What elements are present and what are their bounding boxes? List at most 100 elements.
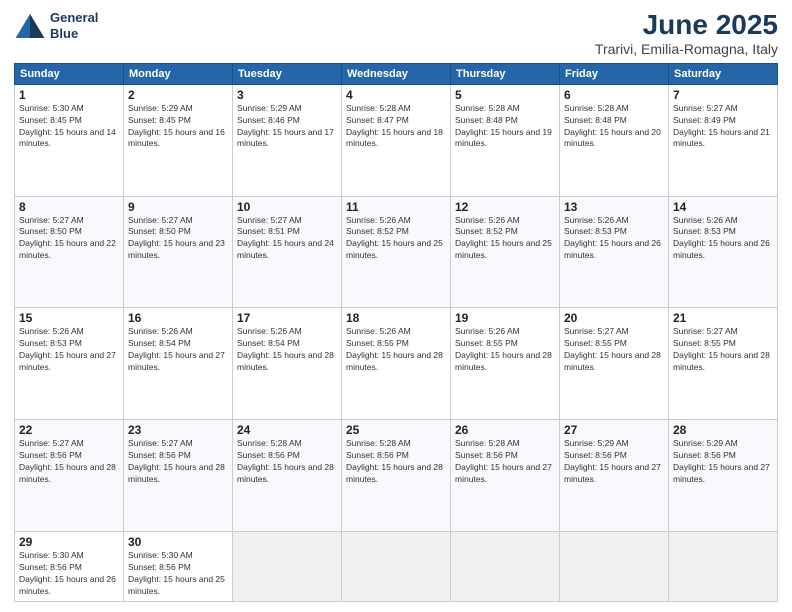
logo-text: General Blue [50,10,98,41]
calendar-week-row: 22Sunrise: 5:27 AMSunset: 8:56 PMDayligh… [15,420,778,532]
day-number: 30 [128,535,228,549]
day-info: Sunrise: 5:26 AMSunset: 8:55 PMDaylight:… [346,326,446,374]
table-row: 5Sunrise: 5:28 AMSunset: 8:48 PMDaylight… [451,84,560,196]
day-number: 3 [237,88,337,102]
calendar-header-row: Sunday Monday Tuesday Wednesday Thursday… [15,63,778,84]
day-number: 22 [19,423,119,437]
table-row: 20Sunrise: 5:27 AMSunset: 8:55 PMDayligh… [560,308,669,420]
page: General Blue June 2025 Trarivi, Emilia-R… [0,0,792,612]
calendar-week-row: 15Sunrise: 5:26 AMSunset: 8:53 PMDayligh… [15,308,778,420]
day-number: 25 [346,423,446,437]
day-number: 15 [19,311,119,325]
calendar-week-row: 1Sunrise: 5:30 AMSunset: 8:45 PMDaylight… [15,84,778,196]
table-row: 27Sunrise: 5:29 AMSunset: 8:56 PMDayligh… [560,420,669,532]
table-row: 10Sunrise: 5:27 AMSunset: 8:51 PMDayligh… [233,196,342,308]
day-number: 16 [128,311,228,325]
logo: General Blue [14,10,98,41]
day-info: Sunrise: 5:26 AMSunset: 8:53 PMDaylight:… [19,326,119,374]
day-info: Sunrise: 5:27 AMSunset: 8:50 PMDaylight:… [19,215,119,263]
day-info: Sunrise: 5:26 AMSunset: 8:52 PMDaylight:… [455,215,555,263]
day-info: Sunrise: 5:27 AMSunset: 8:49 PMDaylight:… [673,103,773,151]
table-row [669,532,778,602]
day-info: Sunrise: 5:26 AMSunset: 8:54 PMDaylight:… [237,326,337,374]
day-info: Sunrise: 5:29 AMSunset: 8:46 PMDaylight:… [237,103,337,151]
col-sunday: Sunday [15,63,124,84]
table-row: 12Sunrise: 5:26 AMSunset: 8:52 PMDayligh… [451,196,560,308]
table-row: 8Sunrise: 5:27 AMSunset: 8:50 PMDaylight… [15,196,124,308]
day-number: 23 [128,423,228,437]
day-info: Sunrise: 5:29 AMSunset: 8:56 PMDaylight:… [673,438,773,486]
table-row: 9Sunrise: 5:27 AMSunset: 8:50 PMDaylight… [124,196,233,308]
table-row: 25Sunrise: 5:28 AMSunset: 8:56 PMDayligh… [342,420,451,532]
table-row: 13Sunrise: 5:26 AMSunset: 8:53 PMDayligh… [560,196,669,308]
day-info: Sunrise: 5:28 AMSunset: 8:47 PMDaylight:… [346,103,446,151]
day-info: Sunrise: 5:28 AMSunset: 8:48 PMDaylight:… [455,103,555,151]
table-row: 6Sunrise: 5:28 AMSunset: 8:48 PMDaylight… [560,84,669,196]
table-row [342,532,451,602]
day-info: Sunrise: 5:30 AMSunset: 8:45 PMDaylight:… [19,103,119,151]
day-info: Sunrise: 5:26 AMSunset: 8:52 PMDaylight:… [346,215,446,263]
calendar-week-row: 29Sunrise: 5:30 AMSunset: 8:56 PMDayligh… [15,532,778,602]
logo-icon [14,12,46,40]
day-number: 4 [346,88,446,102]
table-row [233,532,342,602]
day-number: 14 [673,200,773,214]
day-info: Sunrise: 5:28 AMSunset: 8:56 PMDaylight:… [237,438,337,486]
day-number: 21 [673,311,773,325]
day-number: 27 [564,423,664,437]
table-row: 19Sunrise: 5:26 AMSunset: 8:55 PMDayligh… [451,308,560,420]
day-info: Sunrise: 5:26 AMSunset: 8:55 PMDaylight:… [455,326,555,374]
day-info: Sunrise: 5:27 AMSunset: 8:50 PMDaylight:… [128,215,228,263]
day-info: Sunrise: 5:26 AMSunset: 8:54 PMDaylight:… [128,326,228,374]
day-number: 12 [455,200,555,214]
day-info: Sunrise: 5:27 AMSunset: 8:51 PMDaylight:… [237,215,337,263]
day-number: 17 [237,311,337,325]
table-row: 26Sunrise: 5:28 AMSunset: 8:56 PMDayligh… [451,420,560,532]
table-row: 14Sunrise: 5:26 AMSunset: 8:53 PMDayligh… [669,196,778,308]
table-row: 1Sunrise: 5:30 AMSunset: 8:45 PMDaylight… [15,84,124,196]
day-number: 8 [19,200,119,214]
day-number: 2 [128,88,228,102]
table-row: 3Sunrise: 5:29 AMSunset: 8:46 PMDaylight… [233,84,342,196]
table-row [560,532,669,602]
day-number: 18 [346,311,446,325]
day-number: 13 [564,200,664,214]
table-row: 18Sunrise: 5:26 AMSunset: 8:55 PMDayligh… [342,308,451,420]
col-friday: Friday [560,63,669,84]
header: General Blue June 2025 Trarivi, Emilia-R… [14,10,778,57]
table-row: 7Sunrise: 5:27 AMSunset: 8:49 PMDaylight… [669,84,778,196]
table-row: 21Sunrise: 5:27 AMSunset: 8:55 PMDayligh… [669,308,778,420]
day-number: 26 [455,423,555,437]
calendar-table: Sunday Monday Tuesday Wednesday Thursday… [14,63,778,602]
day-info: Sunrise: 5:26 AMSunset: 8:53 PMDaylight:… [564,215,664,263]
day-number: 9 [128,200,228,214]
col-wednesday: Wednesday [342,63,451,84]
day-info: Sunrise: 5:26 AMSunset: 8:53 PMDaylight:… [673,215,773,263]
day-number: 11 [346,200,446,214]
day-info: Sunrise: 5:27 AMSunset: 8:56 PMDaylight:… [19,438,119,486]
day-info: Sunrise: 5:27 AMSunset: 8:56 PMDaylight:… [128,438,228,486]
day-info: Sunrise: 5:29 AMSunset: 8:45 PMDaylight:… [128,103,228,151]
col-thursday: Thursday [451,63,560,84]
table-row: 15Sunrise: 5:26 AMSunset: 8:53 PMDayligh… [15,308,124,420]
day-number: 6 [564,88,664,102]
day-number: 20 [564,311,664,325]
table-row: 30Sunrise: 5:30 AMSunset: 8:56 PMDayligh… [124,532,233,602]
table-row: 2Sunrise: 5:29 AMSunset: 8:45 PMDaylight… [124,84,233,196]
day-number: 28 [673,423,773,437]
day-info: Sunrise: 5:30 AMSunset: 8:56 PMDaylight:… [19,550,119,598]
day-number: 29 [19,535,119,549]
day-info: Sunrise: 5:30 AMSunset: 8:56 PMDaylight:… [128,550,228,598]
day-number: 19 [455,311,555,325]
month-title: June 2025 [595,10,778,41]
day-info: Sunrise: 5:29 AMSunset: 8:56 PMDaylight:… [564,438,664,486]
day-info: Sunrise: 5:27 AMSunset: 8:55 PMDaylight:… [564,326,664,374]
table-row: 16Sunrise: 5:26 AMSunset: 8:54 PMDayligh… [124,308,233,420]
calendar-week-row: 8Sunrise: 5:27 AMSunset: 8:50 PMDaylight… [15,196,778,308]
day-info: Sunrise: 5:28 AMSunset: 8:56 PMDaylight:… [455,438,555,486]
table-row: 29Sunrise: 5:30 AMSunset: 8:56 PMDayligh… [15,532,124,602]
title-block: June 2025 Trarivi, Emilia-Romagna, Italy [595,10,778,57]
table-row: 28Sunrise: 5:29 AMSunset: 8:56 PMDayligh… [669,420,778,532]
day-number: 7 [673,88,773,102]
table-row: 17Sunrise: 5:26 AMSunset: 8:54 PMDayligh… [233,308,342,420]
